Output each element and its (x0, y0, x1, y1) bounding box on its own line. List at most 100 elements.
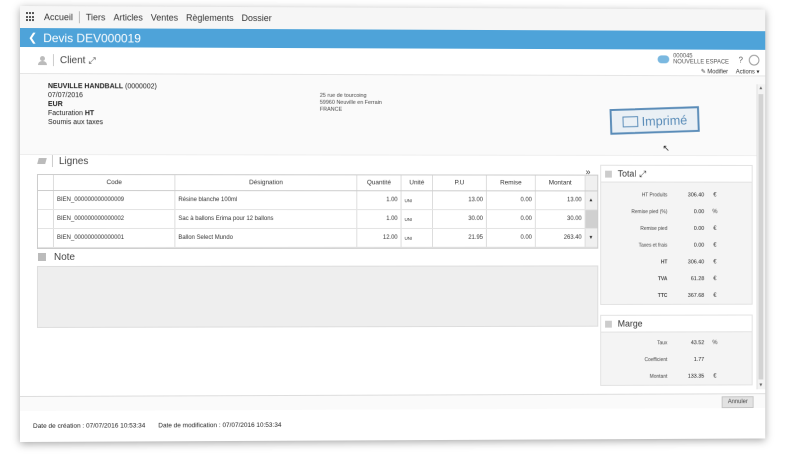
cancel-button[interactable]: Annuler (722, 396, 754, 408)
total-value: 0.00 (667, 209, 704, 215)
cell-designation: Ballon Select Mundo (175, 229, 357, 247)
address-line: FRANCE (320, 107, 382, 114)
client-name: NEUVILLE HANDBALL (48, 83, 123, 90)
marge-panel: Marge Taux 43.52% Coefficient 1.77 Montant… (600, 315, 752, 386)
row-select[interactable] (38, 210, 54, 228)
row-select[interactable] (38, 229, 54, 247)
total-title: Total (618, 169, 637, 179)
col-remise[interactable]: Remise (487, 175, 536, 190)
user-info[interactable]: 000045 NOUVELLE ESPACE (673, 53, 729, 65)
client-code: (0000002) (125, 83, 157, 90)
marge-label: Montant (601, 373, 667, 379)
cell-unit: UNI (402, 191, 433, 209)
cell-remise: 0.00 (487, 229, 536, 247)
cell-code: BIEN_000000000000001 (54, 229, 175, 247)
marge-row: Montant 133.35 € (601, 368, 751, 385)
settings-icon[interactable] (749, 54, 760, 65)
table-row[interactable]: BIEN_000000000000009 Résine blanche 100m… (38, 191, 597, 210)
total-row: Remise pied 0.00 € (601, 220, 751, 237)
nav-ventes[interactable]: Ventes (147, 13, 182, 23)
total-unit: € (708, 225, 722, 231)
modification-date: Date de modification : 07/07/2016 10:53:… (158, 422, 281, 430)
cell-qty: 1.00 (357, 191, 401, 209)
col-quantite[interactable]: Quantité (357, 175, 401, 190)
nav-home[interactable]: Accueil (40, 12, 77, 22)
cell-designation: Résine blanche 100ml (175, 191, 357, 209)
modify-button[interactable]: ✎ Modifier (701, 68, 728, 75)
note-icon (38, 253, 46, 261)
expand-icon[interactable]: ⤢ (88, 55, 95, 66)
tag-icon (37, 158, 47, 164)
cell-pu: 21.95 (433, 229, 487, 247)
total-unit: € (708, 292, 722, 298)
marge-title: Marge (618, 319, 643, 329)
marge-label: Taux (601, 340, 667, 346)
client-section-title: Client (60, 55, 86, 66)
table-scrollbar[interactable] (586, 210, 598, 228)
page-title: Devis DEV000019 (43, 31, 141, 45)
scrollbar-thumb[interactable] (758, 94, 763, 379)
row-select[interactable] (38, 191, 54, 209)
back-arrow-icon[interactable]: ❮ (28, 31, 37, 44)
actions-bar: ✎ Modifier Actions ▾ (701, 68, 760, 75)
col-pu[interactable]: P.U (433, 175, 487, 190)
cell-qty: 1.00 (357, 210, 401, 228)
col-montant[interactable]: Montant (536, 176, 586, 191)
total-label: Remise pied (601, 225, 667, 231)
col-designation[interactable]: Désignation (175, 175, 357, 190)
envelope-icon (622, 116, 638, 127)
expand-icon[interactable]: ⤢ (639, 168, 646, 179)
nav-dossier[interactable]: Dossier (238, 13, 276, 23)
table-row[interactable]: BIEN_000000000000001 Ballon Select Mundo… (38, 229, 597, 248)
marge-value: 43.52 (667, 340, 704, 346)
nav-articles[interactable]: Articles (109, 12, 146, 22)
cell-qty: 12.00 (357, 229, 401, 247)
mouse-cursor-icon: ↖ (662, 143, 669, 154)
cloud-icon (658, 55, 670, 63)
cell-designation: Sac à ballons Erima pour 12 ballons (175, 210, 357, 228)
modify-label: Modifier (707, 69, 728, 75)
page-scrollbar[interactable]: ▲ ▼ (757, 84, 766, 389)
cell-montant: 30.00 (536, 210, 586, 228)
total-label: Remise pied (%) (601, 209, 667, 215)
marge-unit: € (708, 373, 722, 379)
total-value: 306.40 (667, 192, 704, 198)
nav-reglements[interactable]: Règlements (182, 13, 238, 23)
actions-menu[interactable]: Actions ▾ (736, 68, 760, 75)
cell-code: BIEN_000000000000002 (54, 210, 175, 228)
total-row: HT 306.40 € (601, 254, 751, 271)
calculator-icon (605, 170, 612, 177)
cell-montant: 13.00 (536, 191, 586, 209)
nav-divider (79, 11, 80, 23)
total-value: 0.00 (667, 225, 704, 231)
chart-icon (605, 320, 612, 327)
help-icon[interactable]: ? (739, 55, 743, 64)
total-panel-title: Total ⤢ (601, 166, 751, 183)
scroll-up-icon[interactable]: ▲ (586, 191, 598, 209)
total-value: 0.00 (667, 242, 704, 248)
marge-panel-title: Marge (601, 316, 751, 333)
client-address: 25 rue de tourcoing 59960 Neuville en Fe… (320, 93, 382, 114)
total-label: HT Produits (601, 192, 667, 198)
total-row: TTC 367.68 € (601, 287, 751, 304)
note-textarea[interactable] (37, 265, 598, 327)
scroll-down-icon[interactable]: ▼ (758, 382, 763, 388)
total-row: Remise pied (%) 0.00% (601, 203, 751, 220)
printed-stamp: Imprimé (610, 106, 700, 135)
scroll-up-icon[interactable]: ▲ (758, 85, 763, 91)
col-unite[interactable]: Unité (402, 175, 433, 190)
cell-pu: 30.00 (433, 210, 487, 228)
apps-grid-icon[interactable] (26, 12, 36, 22)
stamp-text: Imprimé (641, 112, 687, 128)
billing-type: HT (85, 110, 94, 117)
marge-unit: % (708, 340, 722, 346)
table-row[interactable]: BIEN_000000000000002 Sac à ballons Erima… (38, 210, 597, 229)
total-unit: € (708, 259, 722, 265)
scroll-down-icon[interactable]: ▼ (586, 229, 598, 247)
nav-tiers[interactable]: Tiers (82, 12, 110, 22)
total-label: HT (601, 259, 667, 265)
total-row: HT Produits 306.40 € (601, 186, 751, 203)
col-code[interactable]: Code (54, 175, 175, 190)
client-date: 07/07/2016 (48, 91, 157, 100)
section-divider (52, 155, 53, 167)
